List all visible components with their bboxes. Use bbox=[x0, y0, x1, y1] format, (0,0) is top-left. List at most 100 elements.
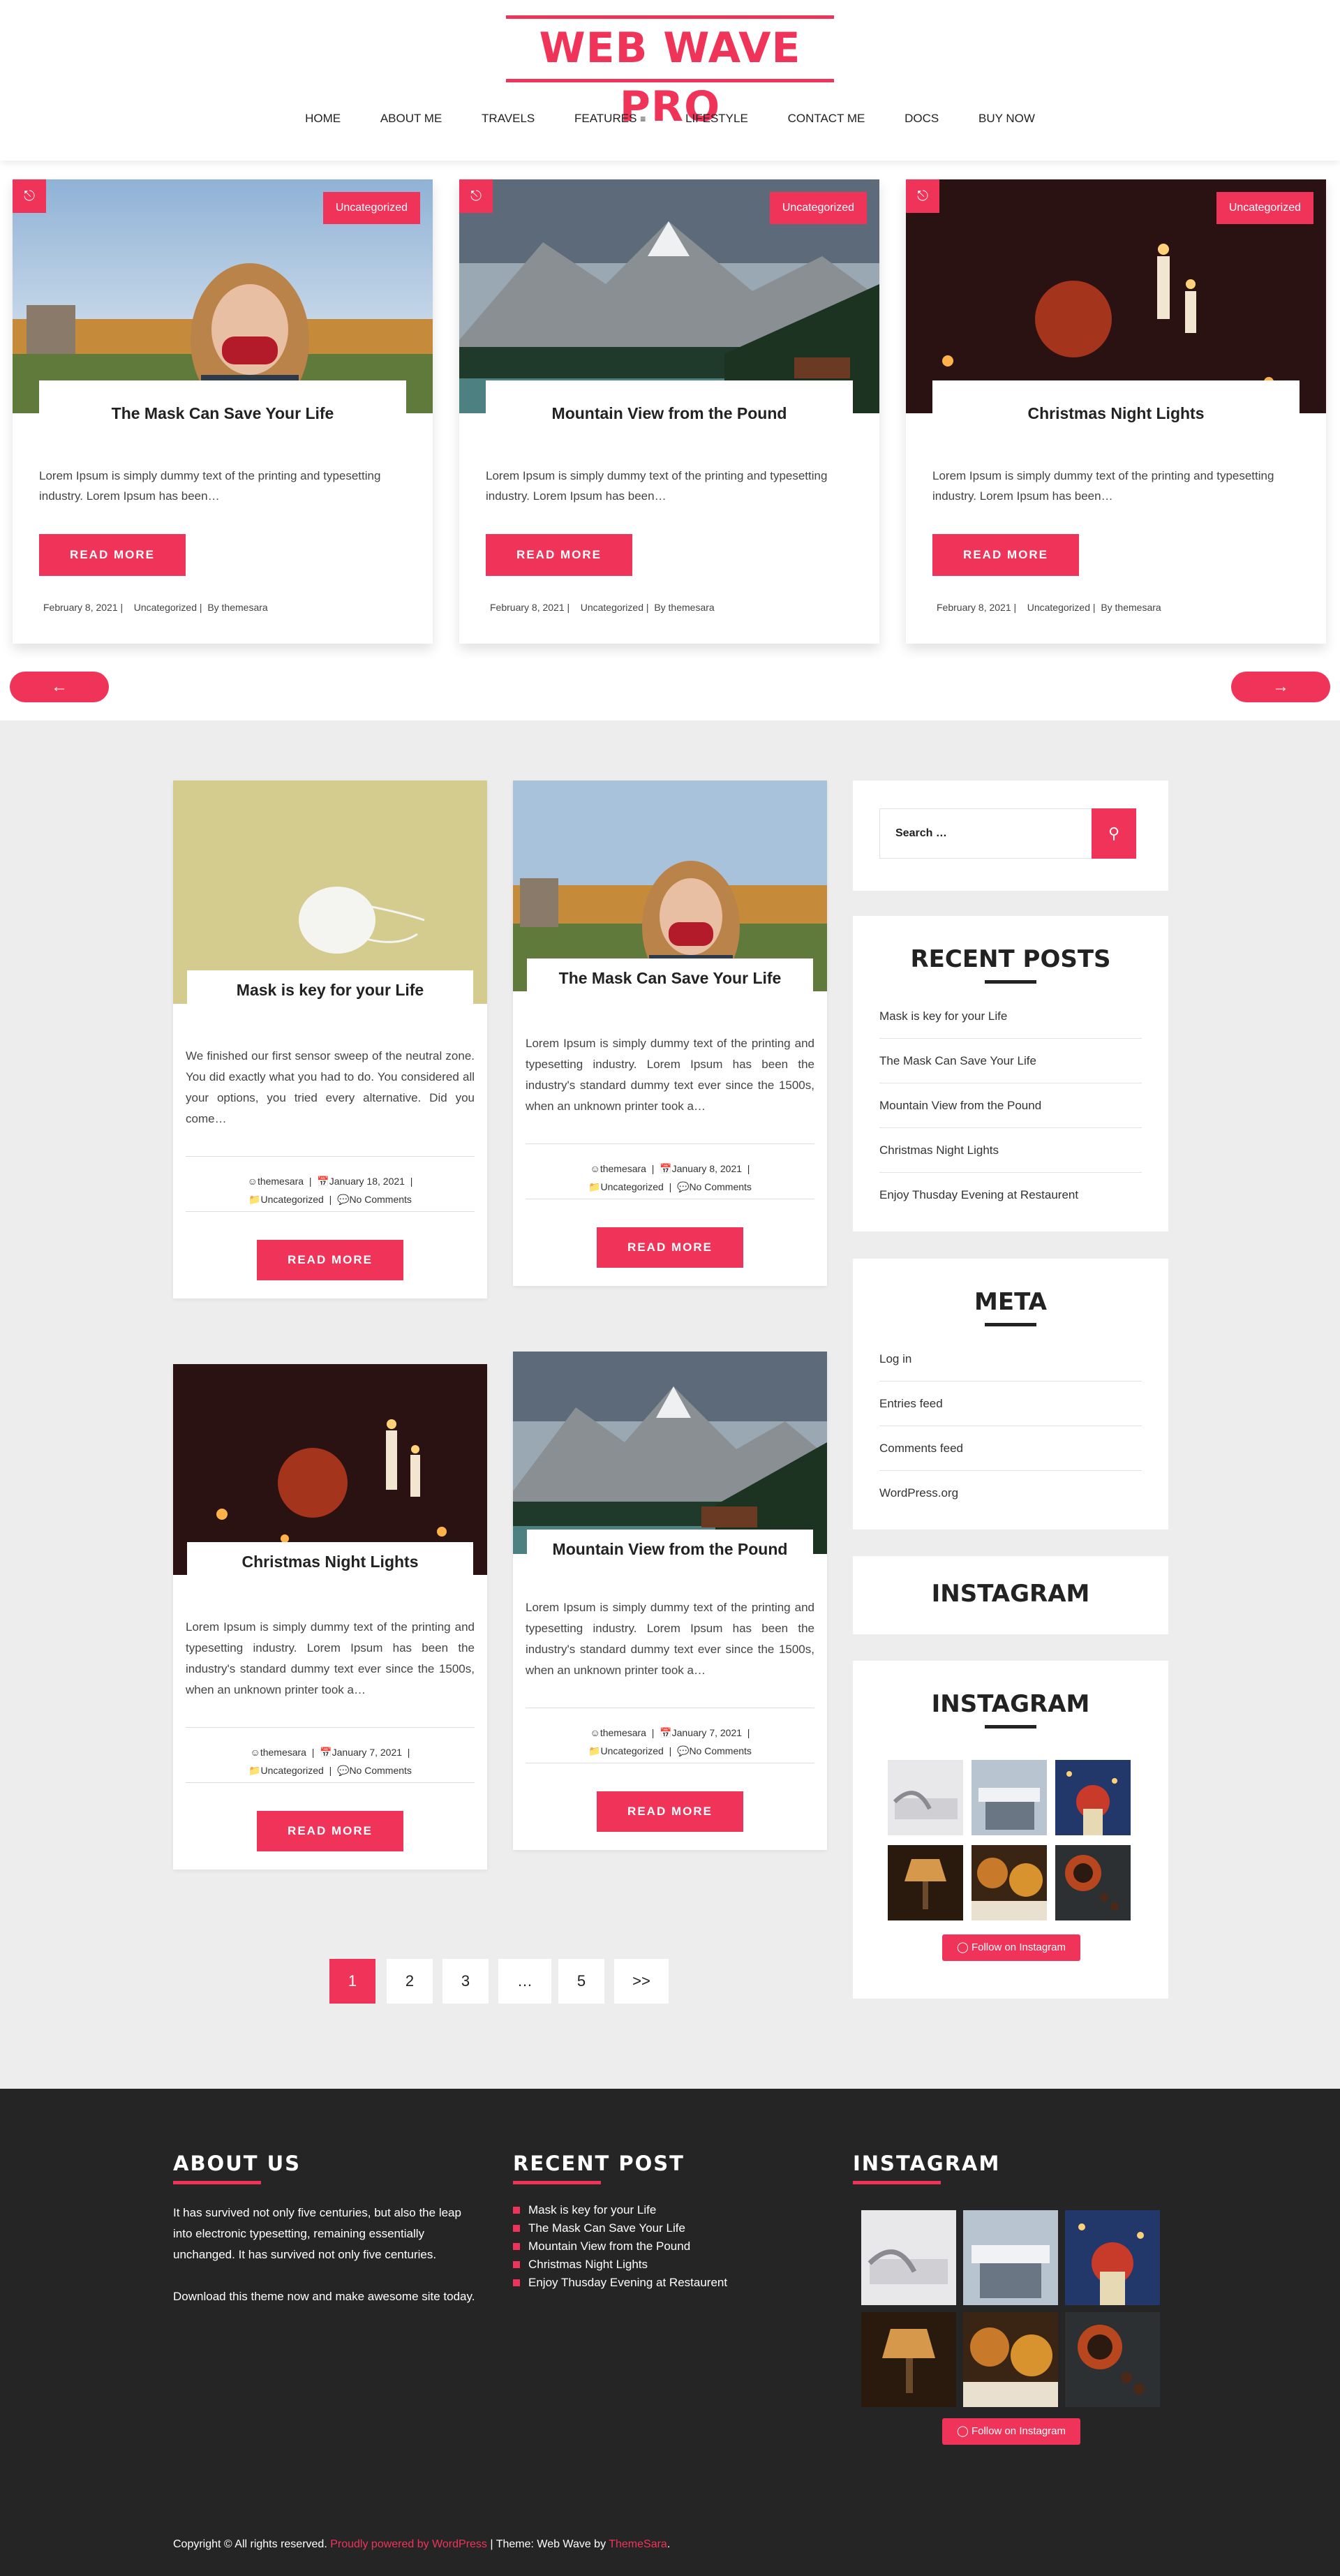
read-more-button[interactable]: READ MORE bbox=[486, 534, 632, 576]
footer-instagram-thumb[interactable] bbox=[963, 2312, 1058, 2407]
slider-next-button[interactable]: → bbox=[1231, 672, 1330, 702]
meta-widget: META Log in Entries feed Comments feed W… bbox=[853, 1259, 1168, 1530]
post-author[interactable]: themesara bbox=[600, 1163, 646, 1174]
instagram-thumb[interactable] bbox=[1055, 1845, 1131, 1920]
post-title[interactable]: Mountain View from the Pound bbox=[527, 1530, 813, 1567]
meta-login-link[interactable]: Log in bbox=[879, 1337, 1142, 1382]
search-button[interactable]: ⚲ bbox=[1092, 808, 1136, 859]
themesara-link[interactable]: ThemeSara bbox=[609, 2538, 667, 2550]
footer-follow-instagram-button[interactable]: ◯ Follow on Instagram bbox=[942, 2418, 1080, 2445]
meta-entries-link[interactable]: Entries feed bbox=[879, 1382, 1142, 1426]
post-comments[interactable]: No Comments bbox=[689, 1745, 751, 1756]
footer-recent-link[interactable]: Mask is key for your Life bbox=[513, 2201, 820, 2219]
post-title[interactable]: Mask is key for your Life bbox=[187, 970, 473, 1008]
instagram-icon: ◯ bbox=[956, 1941, 969, 1953]
page-5-button[interactable]: 5 bbox=[558, 1959, 604, 2004]
footer-recent-link[interactable]: Mountain View from the Pound bbox=[513, 2237, 820, 2256]
post-category[interactable]: Uncategorized bbox=[261, 1765, 324, 1776]
read-more-button[interactable]: READ MORE bbox=[39, 534, 186, 576]
nav-travels[interactable]: TRAVELS bbox=[482, 105, 535, 133]
share-icon[interactable]: ⎋ bbox=[906, 179, 939, 213]
recent-post-link[interactable]: Christmas Night Lights bbox=[879, 1128, 1142, 1173]
page-2-button[interactable]: 2 bbox=[387, 1959, 433, 2004]
nav-home[interactable]: HOME bbox=[305, 105, 341, 133]
footer-recent-link[interactable]: The Mask Can Save Your Life bbox=[513, 2219, 820, 2237]
post-comments[interactable]: No Comments bbox=[349, 1194, 411, 1205]
read-more-button[interactable]: READ MORE bbox=[597, 1791, 743, 1832]
share-icon[interactable]: ⎋ bbox=[459, 179, 493, 213]
comment-icon: 💬 bbox=[677, 1181, 690, 1192]
post-comments[interactable]: No Comments bbox=[349, 1765, 411, 1776]
slider-title[interactable]: The Mask Can Save Your Life bbox=[39, 380, 406, 445]
meta-comments-link[interactable]: Comments feed bbox=[879, 1426, 1142, 1471]
footer-instagram-thumb[interactable] bbox=[1065, 2210, 1160, 2305]
post-category[interactable]: Uncategorized bbox=[1027, 602, 1090, 613]
site-logo[interactable]: WEB WAVE PRO bbox=[506, 15, 834, 131]
page-3-button[interactable]: 3 bbox=[442, 1959, 489, 2004]
post-date[interactable]: January 7, 2021 bbox=[332, 1747, 402, 1758]
nav-docs[interactable]: DOCS bbox=[904, 105, 939, 133]
instagram-thumb[interactable] bbox=[972, 1760, 1047, 1835]
slider-prev-button[interactable]: ← bbox=[10, 672, 109, 702]
share-icon[interactable]: ⎋ bbox=[13, 179, 46, 213]
post-meta: ☺themesara | 📅January 7, 2021 | 📁Uncateg… bbox=[526, 1708, 814, 1763]
post-comments[interactable]: No Comments bbox=[689, 1181, 751, 1192]
category-badge[interactable]: Uncategorized bbox=[322, 192, 420, 224]
instagram-thumb[interactable] bbox=[888, 1760, 963, 1835]
post-date[interactable]: February 8, 2021 bbox=[490, 602, 565, 613]
recent-post-link[interactable]: The Mask Can Save Your Life bbox=[879, 1039, 1142, 1083]
search-input[interactable]: Search … bbox=[879, 808, 1093, 859]
post-author[interactable]: By themesara bbox=[207, 602, 267, 613]
post-date[interactable]: February 8, 2021 bbox=[937, 602, 1011, 613]
post-category[interactable]: Uncategorized bbox=[581, 602, 643, 613]
post-category[interactable]: Uncategorized bbox=[134, 602, 197, 613]
recent-post-link[interactable]: Enjoy Thusday Evening at Restaurent bbox=[879, 1173, 1142, 1217]
post-author[interactable]: By themesara bbox=[1101, 602, 1161, 613]
nav-about[interactable]: ABOUT ME bbox=[380, 105, 442, 133]
post-author[interactable]: themesara bbox=[260, 1747, 306, 1758]
post-title[interactable]: The Mask Can Save Your Life bbox=[527, 958, 813, 996]
post-date[interactable]: February 8, 2021 bbox=[43, 602, 118, 613]
meta-wordpress-link[interactable]: WordPress.org bbox=[879, 1471, 1142, 1516]
page-1-button[interactable]: 1 bbox=[329, 1959, 375, 2004]
recent-post-link[interactable]: Mountain View from the Pound bbox=[879, 1083, 1142, 1128]
post-author[interactable]: By themesara bbox=[654, 602, 714, 613]
wordpress-link[interactable]: Proudly powered by WordPress bbox=[330, 2538, 487, 2550]
footer-instagram-thumb[interactable] bbox=[1065, 2312, 1160, 2407]
nav-buy-now[interactable]: BUY NOW bbox=[978, 105, 1035, 133]
recent-post-link[interactable]: Mask is key for your Life bbox=[879, 994, 1142, 1039]
read-more-button[interactable]: READ MORE bbox=[932, 534, 1079, 576]
follow-instagram-button[interactable]: ◯ Follow on Instagram bbox=[942, 1934, 1080, 1961]
read-more-button[interactable]: READ MORE bbox=[257, 1240, 403, 1280]
post-author[interactable]: themesara bbox=[600, 1727, 646, 1738]
read-more-button[interactable]: READ MORE bbox=[597, 1227, 743, 1268]
post-title[interactable]: Christmas Night Lights bbox=[187, 1542, 473, 1580]
post-image-mountain[interactable] bbox=[513, 1352, 827, 1554]
page-next-button[interactable]: >> bbox=[614, 1959, 669, 2004]
slider-title[interactable]: Mountain View from the Pound bbox=[486, 380, 853, 445]
instagram-thumb[interactable] bbox=[1055, 1760, 1131, 1835]
instagram-thumb[interactable] bbox=[972, 1845, 1047, 1920]
category-badge[interactable]: Uncategorized bbox=[1216, 192, 1313, 224]
post-date[interactable]: January 7, 2021 bbox=[672, 1727, 742, 1738]
footer-instagram-thumb[interactable] bbox=[861, 2312, 956, 2407]
instagram-widget: INSTAGRAM ◯ Follow on Instagram bbox=[853, 1661, 1168, 1999]
nav-lifestyle[interactable]: LIFESTYLE bbox=[685, 105, 748, 133]
post-category[interactable]: Uncategorized bbox=[601, 1745, 664, 1756]
category-badge[interactable]: Uncategorized bbox=[769, 192, 867, 224]
post-author[interactable]: themesara bbox=[258, 1176, 304, 1187]
post-date[interactable]: January 18, 2021 bbox=[329, 1176, 405, 1187]
nav-features[interactable]: FEATURES ≡ bbox=[574, 105, 646, 133]
post-category[interactable]: Uncategorized bbox=[601, 1181, 664, 1192]
nav-contact[interactable]: CONTACT ME bbox=[788, 105, 865, 133]
slider-title[interactable]: Christmas Night Lights bbox=[932, 380, 1300, 445]
instagram-thumb[interactable] bbox=[888, 1845, 963, 1920]
footer-recent-link[interactable]: Christmas Night Lights bbox=[513, 2256, 820, 2274]
post-date[interactable]: January 8, 2021 bbox=[672, 1163, 742, 1174]
footer-instagram-thumb[interactable] bbox=[963, 2210, 1058, 2305]
post-category[interactable]: Uncategorized bbox=[261, 1194, 324, 1205]
footer-recent-link[interactable]: Enjoy Thusday Evening at Restaurent bbox=[513, 2274, 820, 2292]
read-more-button[interactable]: READ MORE bbox=[257, 1811, 403, 1851]
footer-instagram-thumb[interactable] bbox=[861, 2210, 956, 2305]
post-meta: ☺themesara | 📅January 18, 2021 | 📁Uncate… bbox=[186, 1156, 475, 1212]
